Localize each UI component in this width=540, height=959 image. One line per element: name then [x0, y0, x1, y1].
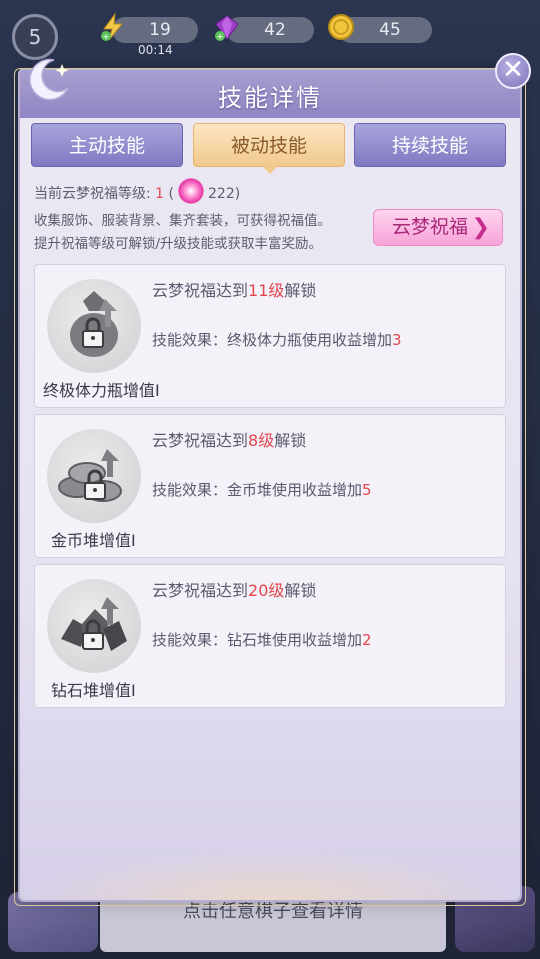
crescent-moon-icon: [24, 54, 74, 104]
blessing-description-line-2: 提升祝福等级可解锁/升级技能或获取丰富奖励。: [34, 236, 323, 252]
blessing-sparkle-icon: [178, 178, 205, 204]
svg-text:+: +: [102, 33, 110, 43]
cloud-dream-blessing-button[interactable]: 云梦祝福 ❯: [373, 209, 503, 246]
locked-energy-bottle-icon: [47, 279, 141, 373]
energy-value: 19: [149, 20, 171, 40]
locked-diamond-pile-icon: [47, 579, 141, 673]
skill-card: 金币堆增值I 云梦祝福达到8级解锁 技能效果：金币堆使用收益增加5: [34, 414, 506, 558]
skill-name: 钻石堆增值I: [51, 681, 136, 700]
dialog-title: 技能详情: [218, 84, 322, 112]
unlock-prefix: 云梦祝福达到: [152, 431, 249, 450]
effect-text: 技能效果：钻石堆使用收益增加: [152, 631, 363, 649]
skill-card: 钻石堆增值I 云梦祝福达到20级解锁 技能效果：钻石堆使用收益增加2: [34, 564, 506, 708]
skill-unlock-condition: 云梦祝福达到8级解锁: [152, 427, 306, 451]
skill-name: 终极体力瓶增值I: [43, 381, 160, 400]
coin-value: 45: [379, 20, 401, 40]
coin-icon: [326, 12, 356, 42]
skill-effect: 技能效果：终极体力瓶使用收益增加3: [152, 329, 402, 350]
blessing-level-line: 当前云梦祝福等级: 1 (222): [34, 178, 241, 204]
lightning-icon: +: [98, 12, 128, 43]
svg-text:+: +: [216, 33, 224, 43]
skill-unlock-condition: 云梦祝福达到20级解锁: [152, 577, 316, 601]
bottom-hint-text: 点击任意棋子查看详情: [183, 901, 363, 922]
unlock-level: 20级: [248, 581, 285, 600]
gem-value: 42: [264, 20, 286, 40]
blessing-paren: (: [164, 186, 175, 202]
active-tab-pointer: [262, 166, 278, 174]
effect-text: 技能效果：金币堆使用收益增加: [152, 481, 363, 499]
unlock-suffix: 解锁: [284, 581, 317, 600]
close-button[interactable]: ✕: [495, 53, 531, 89]
dialog-bottom-sparkle: [20, 850, 520, 900]
unlock-level: 8级: [248, 431, 275, 450]
effect-value: 2: [362, 631, 372, 649]
blessing-button-label: 云梦祝福: [392, 216, 469, 238]
tab-passive-skills[interactable]: 被动技能: [193, 123, 345, 167]
energy-timer: 00:14: [138, 43, 173, 57]
skill-name: 金币堆增值I: [51, 531, 136, 550]
bottom-left-building[interactable]: [8, 892, 98, 952]
top-hud: 5 19 + 00:14 42 + 45: [0, 0, 540, 70]
tab-continuous-skills[interactable]: 持续技能: [354, 123, 506, 167]
unlock-suffix: 解锁: [284, 281, 317, 300]
purple-gem-icon: +: [212, 12, 242, 43]
blessing-description-line-1: 收集服饰、服装背景、集齐套装，可获得祝福值。: [34, 213, 331, 229]
skill-effect: 技能效果：钻石堆使用收益增加2: [152, 629, 372, 650]
skill-card: 终极体力瓶增值I 云梦祝福达到11级解锁 技能效果：终极体力瓶使用收益增加3: [34, 264, 506, 408]
blessing-points: 222): [208, 186, 241, 202]
locked-coin-pile-icon: [47, 429, 141, 523]
skill-unlock-condition: 云梦祝福达到11级解锁: [152, 277, 316, 301]
blessing-level-prefix: 当前云梦祝福等级:: [34, 186, 156, 202]
effect-value: 5: [362, 481, 372, 499]
unlock-prefix: 云梦祝福达到: [152, 281, 249, 300]
chevron-right-icon: ❯: [471, 215, 490, 240]
effect-text: 技能效果：终极体力瓶使用收益增加: [152, 331, 393, 349]
tab-active-skills[interactable]: 主动技能: [31, 123, 183, 167]
effect-value: 3: [392, 331, 402, 349]
blessing-level-value: 1: [155, 186, 165, 202]
unlock-suffix: 解锁: [274, 431, 307, 450]
unlock-prefix: 云梦祝福达到: [152, 581, 249, 600]
unlock-level: 11级: [248, 281, 285, 300]
skill-effect: 技能效果：金币堆使用收益增加5: [152, 479, 372, 500]
